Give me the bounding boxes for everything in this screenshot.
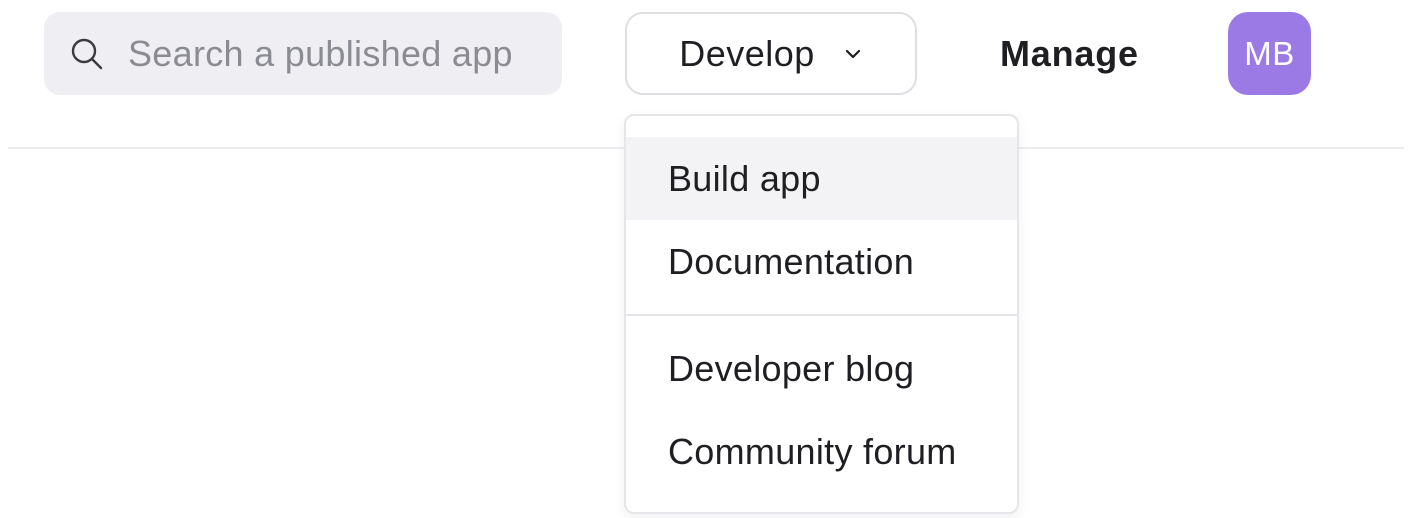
menu-item-community-forum[interactable]: Community forum xyxy=(626,410,1017,493)
search-icon xyxy=(68,35,106,73)
menu-item-documentation[interactable]: Documentation xyxy=(626,220,1017,303)
avatar[interactable]: MB xyxy=(1228,12,1311,95)
menu-item-build-app[interactable]: Build app xyxy=(626,137,1017,220)
develop-button-label: Develop xyxy=(679,32,815,74)
develop-menu-button[interactable]: Develop xyxy=(625,12,917,95)
manage-link[interactable]: Manage xyxy=(1000,12,1139,95)
menu-separator xyxy=(626,314,1017,316)
chevron-down-icon xyxy=(843,44,863,64)
page: Develop Manage MB Build app Documentatio… xyxy=(0,0,1408,518)
develop-dropdown-menu: Build app Documentation Developer blog C… xyxy=(624,114,1019,514)
search-input[interactable] xyxy=(128,32,548,75)
search-box[interactable] xyxy=(44,12,562,95)
menu-item-developer-blog[interactable]: Developer blog xyxy=(626,327,1017,410)
